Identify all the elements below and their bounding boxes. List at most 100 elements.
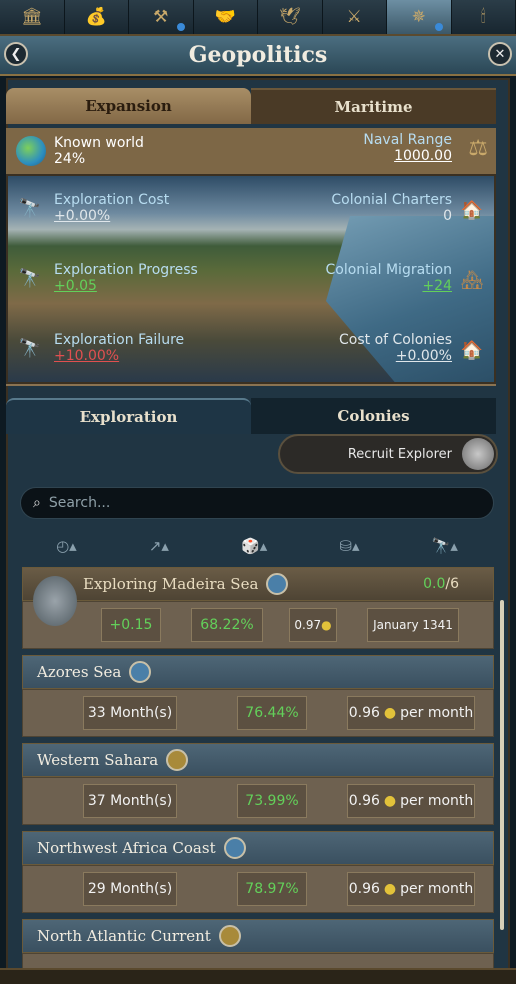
- religion-button[interactable]: 🕯: [451, 0, 516, 34]
- spyglass-icon: 🔭: [18, 197, 42, 219]
- production-button[interactable]: ⚒: [129, 0, 194, 34]
- area-cost: 0.96: [348, 881, 380, 897]
- current-chance: 68.22%: [191, 608, 263, 642]
- list-item-area[interactable]: Western Sahara 37 Month(s) 73.99% 0.96 ● p…: [22, 743, 494, 825]
- naval-range: Naval Range 1000.00: [363, 132, 452, 164]
- current-cost: 0.97: [294, 618, 322, 632]
- sort-distance-icon[interactable]: 🔭▴: [432, 537, 458, 555]
- current-exploration-row[interactable]: Exploring Madeira Sea 0.0/6 +0.15 68.22%…: [22, 567, 494, 649]
- house-icon: 🏠: [460, 199, 484, 221]
- area-chance: 76.44%: [237, 696, 307, 730]
- explorer-portrait: [33, 576, 77, 626]
- area-chance: 73.99%: [237, 784, 307, 818]
- colonial-charters-label: Colonial Charters: [331, 192, 452, 208]
- close-button[interactable]: ✕: [488, 42, 512, 66]
- search-placeholder: Search...: [48, 495, 111, 511]
- area-chance: 78.97%: [237, 872, 307, 906]
- explorer-count: 0.0: [423, 576, 446, 592]
- geopolitics-icon: ✵: [411, 7, 426, 27]
- cost-of-colonies: Cost of Colonies +0.00%: [339, 332, 452, 364]
- economy-button[interactable]: 💰: [64, 0, 129, 34]
- religion-icon: 🕯: [480, 7, 486, 27]
- spyglass-progress-icon: 🔭: [18, 267, 42, 289]
- area-cost: 0.96: [348, 793, 380, 809]
- colonial-charters: Colonial Charters 0: [331, 192, 452, 224]
- list-scrollbar[interactable]: [500, 600, 504, 930]
- sort-risk-icon[interactable]: 🎲▴: [241, 537, 267, 555]
- expansion-section: Known world 24% Naval Range 1000.00 ⚖ 🔭 …: [6, 128, 496, 386]
- production-icon: ⚒: [153, 7, 169, 27]
- area-duration: 33 Month(s): [83, 696, 177, 730]
- search-input[interactable]: ⌕ Search...: [20, 487, 494, 519]
- known-world-row: Known world 24% Naval Range 1000.00 ⚖: [6, 128, 496, 174]
- explorer-max: /6: [445, 576, 459, 592]
- exploration-progress-label: Exploration Progress: [54, 262, 198, 278]
- page-title: Geopolitics: [188, 42, 328, 68]
- economy-icon: 💰: [85, 7, 107, 27]
- migration-icon: 🏘: [460, 269, 484, 291]
- exploration-failure-value[interactable]: +10.00%: [54, 348, 184, 364]
- gold-icon: ●: [383, 793, 397, 809]
- exploration-progress-value[interactable]: +0.05: [54, 278, 198, 294]
- area-per: per month: [400, 793, 474, 809]
- government-button[interactable]: ⚔: [322, 0, 387, 34]
- area-per: per month: [400, 881, 474, 897]
- sea-icon: [266, 573, 289, 595]
- exploration-cost-label: Exploration Cost: [54, 192, 170, 208]
- top-nav-bar: 🏛 💰 ⚒ 🤝 🕊 ⚔ ✵ 🕯: [0, 0, 516, 36]
- current-date: January 1341: [367, 608, 459, 642]
- tab-maritime[interactable]: Maritime: [251, 88, 496, 124]
- court-icon: 🏛: [20, 7, 43, 27]
- court-button[interactable]: 🏛: [0, 0, 65, 34]
- geopolitics-button[interactable]: ✵: [387, 0, 452, 34]
- colonial-charters-value: 0: [443, 208, 452, 224]
- colonial-migration-value[interactable]: +24: [326, 278, 452, 294]
- colony-scene-image: 🔭 Exploration Cost +0.00% Colonial Chart…: [6, 174, 496, 384]
- military-button[interactable]: 🕊: [258, 0, 323, 34]
- gold-icon: ●: [383, 705, 397, 721]
- search-icon: ⌕: [33, 495, 41, 511]
- close-icon: ✕: [494, 46, 506, 62]
- colonial-migration: Colonial Migration +24: [326, 262, 453, 294]
- naval-range-label: Naval Range: [363, 132, 452, 148]
- exploration-list: Exploring Madeira Sea 0.0/6 +0.15 68.22%…: [22, 567, 494, 977]
- current-exploration-title: Exploring Madeira Sea: [83, 575, 259, 593]
- sub-tabs: Exploration Colonies: [6, 398, 496, 434]
- area-name: Northwest Africa Coast: [37, 839, 216, 857]
- colonial-migration-label: Colonial Migration: [325, 262, 453, 278]
- exploration-cost-value[interactable]: +0.00%: [54, 208, 169, 224]
- notification-dot: [176, 23, 185, 31]
- known-world-value: 24%: [54, 151, 86, 167]
- back-button[interactable]: ❮: [4, 42, 28, 66]
- back-icon: ❮: [10, 46, 22, 62]
- helmet-icon: [462, 438, 494, 470]
- compass-icon: ⚖: [468, 136, 488, 161]
- gold-icon: ●: [321, 618, 332, 632]
- cost-of-colonies-value[interactable]: +0.00%: [339, 348, 452, 364]
- sort-progress-icon[interactable]: ↗▴: [149, 537, 169, 555]
- bottom-frame: [0, 968, 516, 984]
- sort-cost-icon[interactable]: ⛁▴: [339, 537, 359, 555]
- land-icon: [166, 749, 189, 771]
- area-name: North Atlantic Current: [37, 927, 211, 945]
- panel-header: ❮ Geopolitics ✕: [0, 36, 516, 76]
- list-item-area[interactable]: Northwest Africa Coast 29 Month(s) 78.97…: [22, 831, 494, 913]
- cost-of-colonies-label: Cost of Colonies: [339, 332, 452, 348]
- top-tabs: Expansion Maritime: [6, 88, 496, 124]
- tab-exploration[interactable]: Exploration: [6, 398, 251, 434]
- known-world-label: Known world: [54, 135, 144, 151]
- list-item-area[interactable]: Azores Sea 33 Month(s) 76.44% 0.96 ● per m…: [22, 655, 494, 737]
- tab-colonies[interactable]: Colonies: [251, 398, 496, 434]
- recruit-explorer-label: Recruit Explorer: [347, 446, 452, 462]
- exploration-progress: Exploration Progress +0.05: [54, 262, 198, 294]
- military-icon: 🕊: [278, 7, 301, 27]
- sea-icon: [129, 661, 152, 683]
- exploration-cost: Exploration Cost +0.00%: [54, 192, 169, 224]
- globe-icon: [16, 136, 46, 166]
- diplomacy-icon: 🤝: [214, 7, 236, 27]
- diplomacy-button[interactable]: 🤝: [193, 0, 258, 34]
- sort-chance-icon[interactable]: ◴▴: [56, 537, 77, 555]
- tab-expansion[interactable]: Expansion: [6, 88, 251, 124]
- recruit-explorer-button[interactable]: Recruit Explorer: [278, 434, 498, 474]
- naval-range-value[interactable]: 1000.00: [363, 148, 452, 164]
